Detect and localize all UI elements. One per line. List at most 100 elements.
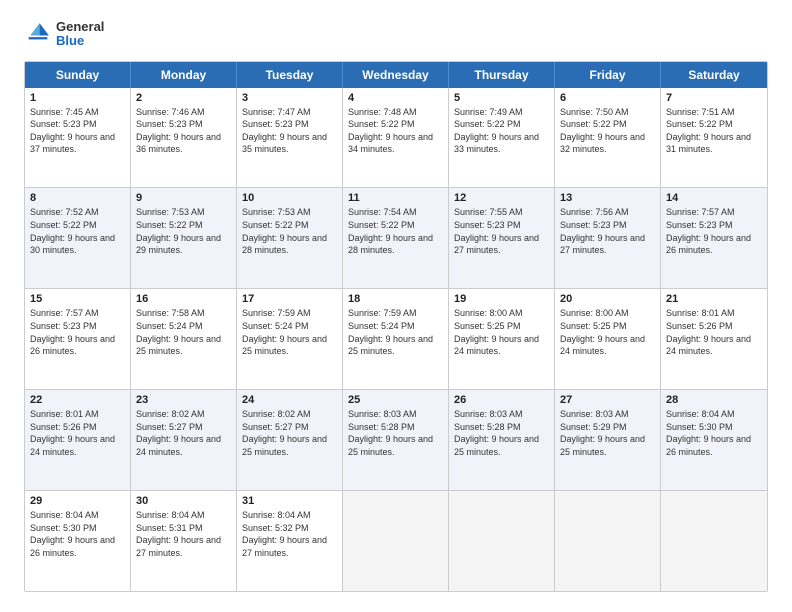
day-number: 21 bbox=[666, 293, 762, 305]
day-cell-31: 31 Sunrise: 8:04 AM Sunset: 5:32 PM Dayli… bbox=[237, 491, 343, 591]
calendar-row-1: 8 Sunrise: 7:52 AM Sunset: 5:22 PM Daylig… bbox=[25, 188, 767, 289]
day-number: 4 bbox=[348, 92, 443, 104]
logo-icon bbox=[24, 20, 52, 48]
day-number: 22 bbox=[30, 394, 125, 406]
empty-cell-r4c5 bbox=[555, 491, 661, 591]
day-cell-13: 13Sunrise: 7:56 AM Sunset: 5:23 PM Dayli… bbox=[555, 188, 661, 288]
day-cell-10: 10 Sunrise: 7:53 AM Sunset: 5:22 PM Dayli… bbox=[237, 188, 343, 288]
day-cell-4: 4 Sunrise: 7:48 AM Sunset: 5:22 PM Daylig… bbox=[343, 88, 449, 188]
day-cell-19: 19Sunrise: 8:00 AM Sunset: 5:25 PM Dayli… bbox=[449, 289, 555, 389]
day-info: Sunrise: 8:00 AM Sunset: 5:25 PM Dayligh… bbox=[560, 307, 655, 357]
header-cell-saturday: Saturday bbox=[661, 62, 767, 88]
day-info: Sunrise: 7:59 AM Sunset: 5:24 PM Dayligh… bbox=[242, 307, 337, 357]
day-number: 6 bbox=[560, 92, 655, 104]
day-info: Sunrise: 7:59 AM Sunset: 5:24 PM Dayligh… bbox=[348, 307, 443, 357]
day-cell-17: 17Sunrise: 7:59 AM Sunset: 5:24 PM Dayli… bbox=[237, 289, 343, 389]
day-cell-12: 12 Sunrise: 7:55 AM Sunset: 5:23 PM Dayli… bbox=[449, 188, 555, 288]
day-info: Sunrise: 8:02 AM Sunset: 5:27 PM Dayligh… bbox=[136, 408, 231, 458]
day-info: Sunrise: 7:55 AM Sunset: 5:23 PM Dayligh… bbox=[454, 206, 549, 256]
header: General Blue bbox=[24, 20, 768, 49]
day-info: Sunrise: 8:03 AM Sunset: 5:29 PM Dayligh… bbox=[560, 408, 655, 458]
day-cell-23: 23 Sunrise: 8:02 AM Sunset: 5:27 PM Dayli… bbox=[131, 390, 237, 490]
day-info: Sunrise: 8:00 AM Sunset: 5:25 PM Dayligh… bbox=[454, 307, 549, 357]
day-info: Sunrise: 8:04 AM Sunset: 5:31 PM Dayligh… bbox=[136, 509, 231, 559]
day-info: Sunrise: 8:04 AM Sunset: 5:30 PM Dayligh… bbox=[666, 408, 762, 458]
day-number: 18 bbox=[348, 293, 443, 305]
empty-cell-r4c3 bbox=[343, 491, 449, 591]
header-cell-friday: Friday bbox=[555, 62, 661, 88]
header-cell-sunday: Sunday bbox=[25, 62, 131, 88]
day-cell-16: 16Sunrise: 7:58 AM Sunset: 5:24 PM Dayli… bbox=[131, 289, 237, 389]
day-cell-30: 30 Sunrise: 8:04 AM Sunset: 5:31 PM Dayli… bbox=[131, 491, 237, 591]
day-number: 31 bbox=[242, 495, 337, 507]
day-info: Sunrise: 7:45 AM Sunset: 5:23 PM Dayligh… bbox=[30, 106, 125, 156]
day-number: 28 bbox=[666, 394, 762, 406]
day-info: Sunrise: 7:51 AM Sunset: 5:22 PM Dayligh… bbox=[666, 106, 762, 156]
header-cell-thursday: Thursday bbox=[449, 62, 555, 88]
day-cell-5: 5Sunrise: 7:49 AM Sunset: 5:22 PM Daylig… bbox=[449, 88, 555, 188]
calendar-row-0: 1 Sunrise: 7:45 AM Sunset: 5:23 PM Daylig… bbox=[25, 88, 767, 189]
page: General Blue SundayMondayTuesdayWednesda… bbox=[0, 0, 792, 612]
day-number: 12 bbox=[454, 192, 549, 204]
day-number: 13 bbox=[560, 192, 655, 204]
calendar-body: 1 Sunrise: 7:45 AM Sunset: 5:23 PM Daylig… bbox=[25, 88, 767, 591]
logo-text: General Blue bbox=[56, 20, 104, 49]
day-cell-25: 25 Sunrise: 8:03 AM Sunset: 5:28 PM Dayli… bbox=[343, 390, 449, 490]
day-cell-18: 18 Sunrise: 7:59 AM Sunset: 5:24 PM Dayli… bbox=[343, 289, 449, 389]
day-info: Sunrise: 8:01 AM Sunset: 5:26 PM Dayligh… bbox=[666, 307, 762, 357]
day-cell-6: 6 Sunrise: 7:50 AM Sunset: 5:22 PM Daylig… bbox=[555, 88, 661, 188]
day-info: Sunrise: 7:57 AM Sunset: 5:23 PM Dayligh… bbox=[30, 307, 125, 357]
day-info: Sunrise: 7:47 AM Sunset: 5:23 PM Dayligh… bbox=[242, 106, 337, 156]
calendar-row-2: 15 Sunrise: 7:57 AM Sunset: 5:23 PM Dayli… bbox=[25, 289, 767, 390]
day-number: 3 bbox=[242, 92, 337, 104]
day-number: 29 bbox=[30, 495, 125, 507]
day-number: 7 bbox=[666, 92, 762, 104]
day-cell-28: 28 Sunrise: 8:04 AM Sunset: 5:30 PM Dayli… bbox=[661, 390, 767, 490]
day-number: 20 bbox=[560, 293, 655, 305]
day-info: Sunrise: 7:52 AM Sunset: 5:22 PM Dayligh… bbox=[30, 206, 125, 256]
day-cell-14: 14 Sunrise: 7:57 AM Sunset: 5:23 PM Dayli… bbox=[661, 188, 767, 288]
day-info: Sunrise: 7:48 AM Sunset: 5:22 PM Dayligh… bbox=[348, 106, 443, 156]
header-cell-wednesday: Wednesday bbox=[343, 62, 449, 88]
empty-cell-r4c4 bbox=[449, 491, 555, 591]
day-cell-8: 8 Sunrise: 7:52 AM Sunset: 5:22 PM Daylig… bbox=[25, 188, 131, 288]
day-cell-27: 27 Sunrise: 8:03 AM Sunset: 5:29 PM Dayli… bbox=[555, 390, 661, 490]
day-cell-24: 24Sunrise: 8:02 AM Sunset: 5:27 PM Dayli… bbox=[237, 390, 343, 490]
day-info: Sunrise: 8:01 AM Sunset: 5:26 PM Dayligh… bbox=[30, 408, 125, 458]
day-cell-26: 26Sunrise: 8:03 AM Sunset: 5:28 PM Dayli… bbox=[449, 390, 555, 490]
day-number: 1 bbox=[30, 92, 125, 104]
day-cell-3: 3 Sunrise: 7:47 AM Sunset: 5:23 PM Daylig… bbox=[237, 88, 343, 188]
day-cell-9: 9 Sunrise: 7:53 AM Sunset: 5:22 PM Daylig… bbox=[131, 188, 237, 288]
logo: General Blue bbox=[24, 20, 104, 49]
day-cell-2: 2Sunrise: 7:46 AM Sunset: 5:23 PM Daylig… bbox=[131, 88, 237, 188]
day-number: 9 bbox=[136, 192, 231, 204]
day-info: Sunrise: 8:03 AM Sunset: 5:28 PM Dayligh… bbox=[348, 408, 443, 458]
day-number: 15 bbox=[30, 293, 125, 305]
day-info: Sunrise: 7:53 AM Sunset: 5:22 PM Dayligh… bbox=[242, 206, 337, 256]
day-info: Sunrise: 8:04 AM Sunset: 5:32 PM Dayligh… bbox=[242, 509, 337, 559]
day-info: Sunrise: 8:04 AM Sunset: 5:30 PM Dayligh… bbox=[30, 509, 125, 559]
day-info: Sunrise: 7:54 AM Sunset: 5:22 PM Dayligh… bbox=[348, 206, 443, 256]
day-info: Sunrise: 7:50 AM Sunset: 5:22 PM Dayligh… bbox=[560, 106, 655, 156]
empty-cell-r4c6 bbox=[661, 491, 767, 591]
header-cell-monday: Monday bbox=[131, 62, 237, 88]
day-info: Sunrise: 7:57 AM Sunset: 5:23 PM Dayligh… bbox=[666, 206, 762, 256]
day-cell-21: 21 Sunrise: 8:01 AM Sunset: 5:26 PM Dayli… bbox=[661, 289, 767, 389]
day-number: 23 bbox=[136, 394, 231, 406]
day-number: 8 bbox=[30, 192, 125, 204]
day-number: 14 bbox=[666, 192, 762, 204]
day-cell-1: 1 Sunrise: 7:45 AM Sunset: 5:23 PM Daylig… bbox=[25, 88, 131, 188]
day-cell-29: 29 Sunrise: 8:04 AM Sunset: 5:30 PM Dayli… bbox=[25, 491, 131, 591]
day-info: Sunrise: 7:46 AM Sunset: 5:23 PM Dayligh… bbox=[136, 106, 231, 156]
day-number: 25 bbox=[348, 394, 443, 406]
day-number: 11 bbox=[348, 192, 443, 204]
day-cell-22: 22 Sunrise: 8:01 AM Sunset: 5:26 PM Dayli… bbox=[25, 390, 131, 490]
day-info: Sunrise: 8:03 AM Sunset: 5:28 PM Dayligh… bbox=[454, 408, 549, 458]
day-info: Sunrise: 7:49 AM Sunset: 5:22 PM Dayligh… bbox=[454, 106, 549, 156]
day-number: 30 bbox=[136, 495, 231, 507]
calendar-row-3: 22 Sunrise: 8:01 AM Sunset: 5:26 PM Dayli… bbox=[25, 390, 767, 491]
day-info: Sunrise: 7:53 AM Sunset: 5:22 PM Dayligh… bbox=[136, 206, 231, 256]
calendar-row-4: 29 Sunrise: 8:04 AM Sunset: 5:30 PM Dayli… bbox=[25, 491, 767, 591]
day-number: 27 bbox=[560, 394, 655, 406]
day-number: 10 bbox=[242, 192, 337, 204]
